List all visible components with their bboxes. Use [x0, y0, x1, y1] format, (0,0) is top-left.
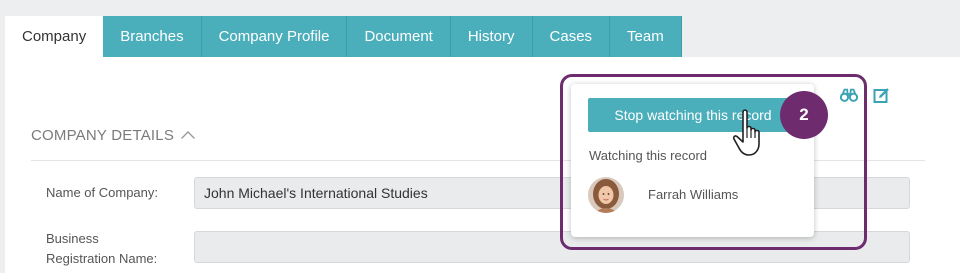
edit-icon[interactable] — [872, 86, 890, 104]
business-registration-label: Business Registration Name: — [46, 229, 157, 269]
tab-label: Branches — [120, 28, 184, 45]
section-title: COMPANY DETAILS — [31, 127, 175, 144]
tab-label: History — [467, 28, 515, 45]
hand-pointer-icon — [732, 108, 768, 165]
company-name-label: Name of Company: — [46, 185, 158, 200]
business-registration-label-line2: Registration Name: — [46, 251, 158, 266]
business-registration-label-line1: Business — [46, 231, 99, 246]
tab-label: Team — [627, 28, 664, 45]
chevron-up-icon — [180, 127, 196, 144]
section-header[interactable]: COMPANY DETAILS — [31, 127, 196, 144]
tab-label: Company — [22, 28, 87, 45]
tab-label: Cases — [549, 28, 593, 45]
tab-label: Company Profile — [218, 28, 330, 45]
tab-company[interactable]: Company — [5, 16, 104, 57]
tab-history[interactable]: History — [450, 16, 533, 57]
tab-team[interactable]: Team — [610, 16, 682, 57]
tab-bar: Company Branches Company Profile Documen… — [5, 16, 682, 57]
company-name-value: John Michael's International Studies — [204, 185, 428, 201]
step-number: 2 — [799, 105, 809, 124]
tab-document[interactable]: Document — [347, 16, 451, 57]
tab-branches[interactable]: Branches — [103, 16, 202, 57]
tab-company-profile[interactable]: Company Profile — [201, 16, 348, 57]
tab-label: Document — [364, 28, 433, 45]
step-badge: 2 — [780, 91, 828, 139]
tab-cases[interactable]: Cases — [532, 16, 611, 57]
